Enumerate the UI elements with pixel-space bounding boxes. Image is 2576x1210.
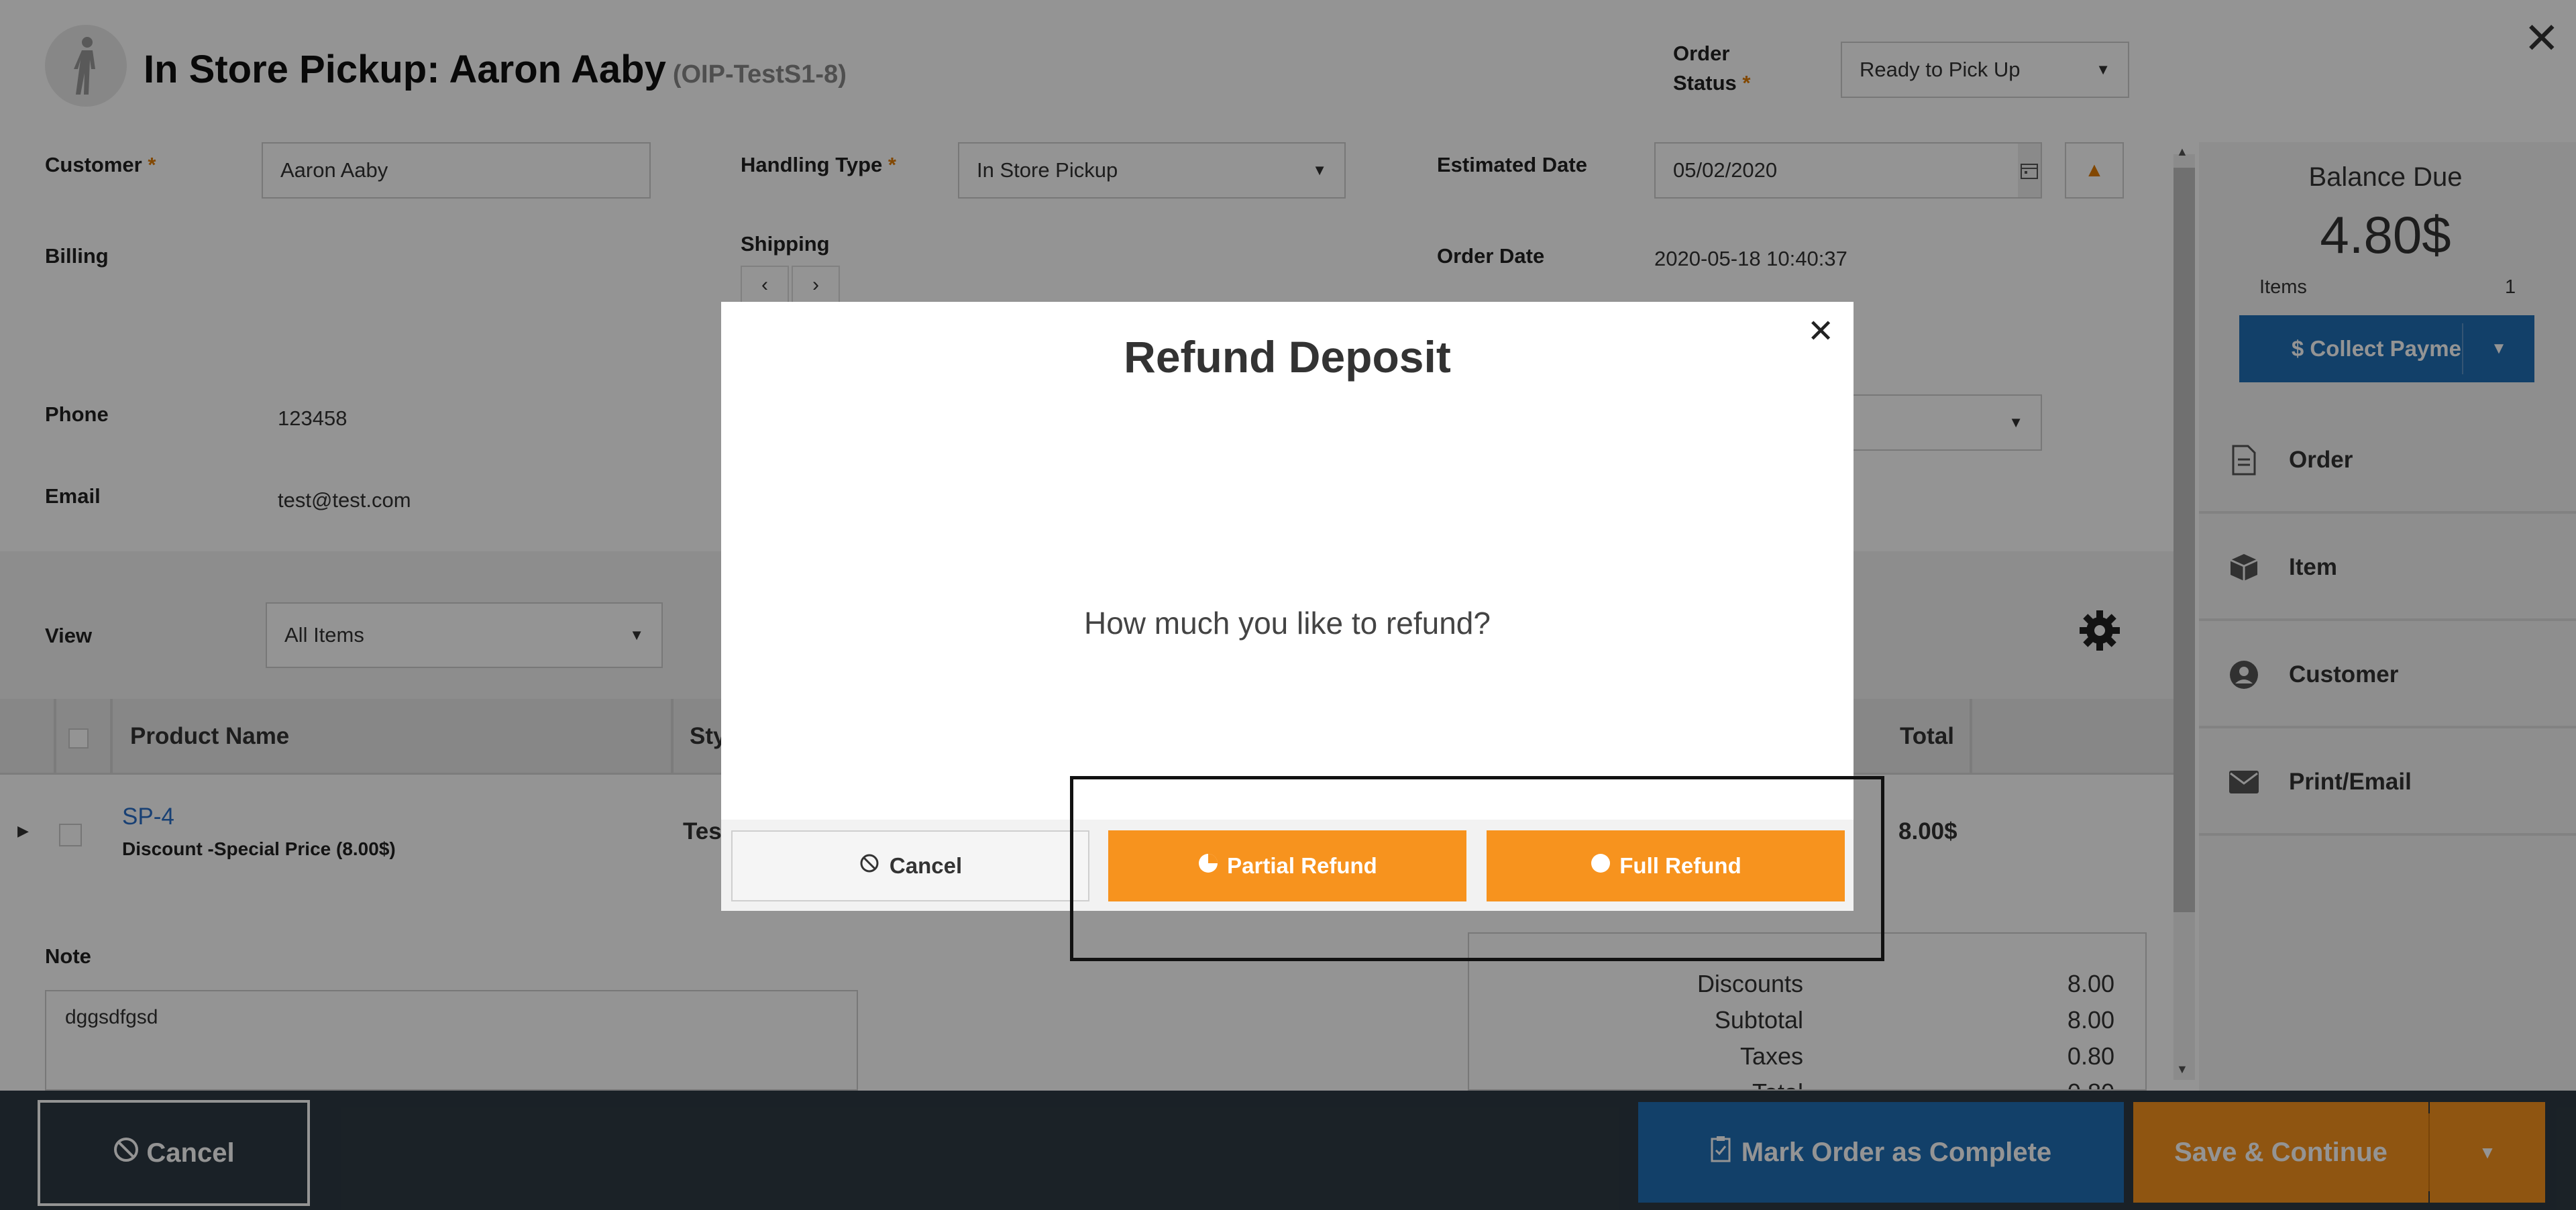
modal-title: Refund Deposit [1124, 332, 1451, 382]
highlight-box [1070, 776, 1884, 961]
modal-question: How much you like to refund? [1084, 606, 1491, 641]
ban-icon [859, 852, 880, 879]
modal-cancel-button[interactable]: Cancel [731, 830, 1089, 901]
modal-close-icon[interactable]: ✕ [1807, 313, 1834, 350]
